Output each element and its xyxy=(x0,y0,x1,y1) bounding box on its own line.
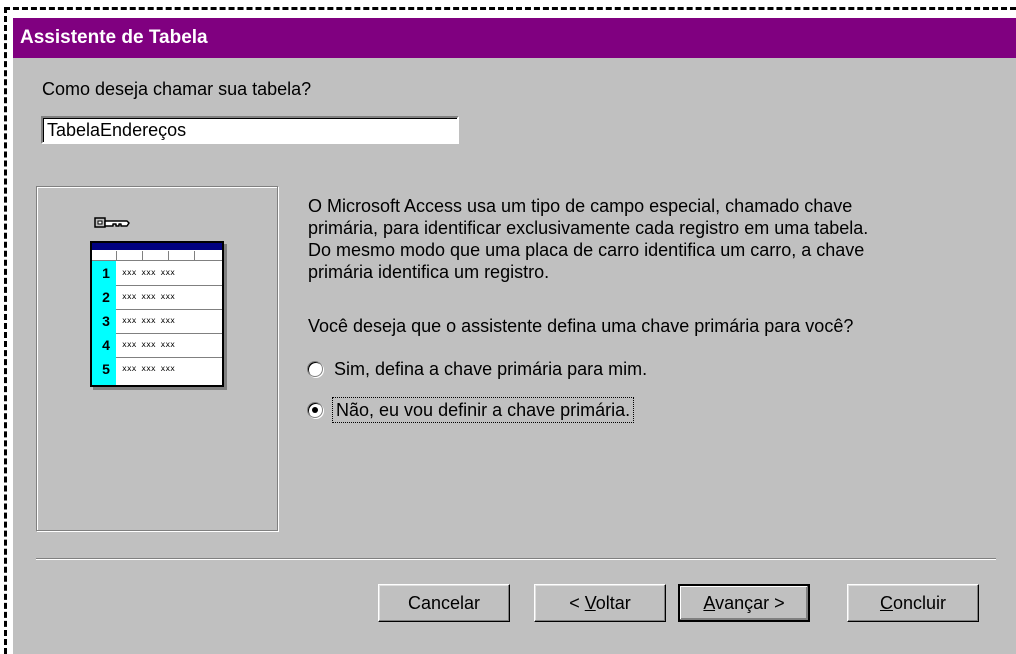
row-data: xxx xxx xxx xyxy=(122,364,175,373)
primary-key-illustration: 1 xxx xxx xxx 2 xxx xxx xxx 3 xxx xxx xx… xyxy=(36,186,279,532)
row-number: 3 xyxy=(102,313,110,329)
row-divider xyxy=(116,357,222,358)
radio-button[interactable] xyxy=(307,361,323,377)
radio-button-selected[interactable] xyxy=(307,402,323,418)
primary-key-question: Você deseja que o assistente defina uma … xyxy=(308,316,854,336)
row-divider xyxy=(116,285,222,286)
row-data: xxx xxx xxx xyxy=(122,268,175,277)
cancel-button[interactable]: Cancelar xyxy=(378,584,510,622)
back-mnemonic: V xyxy=(584,592,596,613)
selection-outline-left xyxy=(4,7,7,654)
back-prefix: < xyxy=(569,592,585,613)
row-number: 4 xyxy=(102,337,110,353)
back-rest: oltar xyxy=(595,592,631,613)
title-bar[interactable]: Assistente de Tabela xyxy=(13,18,1016,58)
row-data: xxx xxx xxx xyxy=(122,292,175,301)
finish-button-label: Concluir xyxy=(880,593,946,614)
window-title: Assistente de Tabela xyxy=(20,27,208,48)
next-button[interactable]: Avançar > xyxy=(678,584,810,622)
option-label: Não, eu vou definir a chave primária. xyxy=(331,397,635,423)
table-name-prompt: Como deseja chamar sua tabela? xyxy=(42,79,312,99)
next-mnemonic: A xyxy=(703,592,716,613)
option-label: Sim, defina a chave primária para mim. xyxy=(334,359,648,379)
option-manual-primary-key[interactable]: Não, eu vou definir a chave primária. xyxy=(305,397,635,423)
finish-mnemonic: C xyxy=(879,592,893,613)
cancel-button-label: Cancelar xyxy=(407,592,481,613)
explanation-line: primária identifica um registro. xyxy=(308,262,550,282)
key-icon xyxy=(94,217,130,228)
radio-dot xyxy=(312,407,318,413)
table-wizard-dialog: Assistente de Tabela Como deseja chamar … xyxy=(13,18,1016,654)
back-button-label: < Voltar xyxy=(569,593,631,614)
row-data: xxx xxx xxx xyxy=(122,340,175,349)
row-divider xyxy=(116,309,222,310)
primary-key-explanation: O Microsoft Access usa um tipo de campo … xyxy=(308,195,988,283)
button-separator xyxy=(36,558,996,560)
selection-outline-top xyxy=(4,7,1016,10)
row-data: xxx xxx xxx xyxy=(122,316,175,325)
next-button-label: Avançar > xyxy=(703,593,784,614)
back-button[interactable]: < Voltar xyxy=(534,584,666,622)
explanation-line: O Microsoft Access usa um tipo de campo … xyxy=(308,196,853,216)
next-rest: vançar > xyxy=(715,592,785,613)
finish-rest: oncluir xyxy=(892,592,947,613)
table-icon-field-row xyxy=(92,250,222,261)
option-auto-primary-key[interactable]: Sim, defina a chave primária para mim. xyxy=(305,357,647,381)
explanation-line: Do mesmo modo que uma placa de carro ide… xyxy=(308,240,865,260)
table-icon: 1 xxx xxx xxx 2 xxx xxx xxx 3 xxx xxx xx… xyxy=(90,241,224,387)
table-icon-header xyxy=(92,243,222,250)
table-name-input[interactable] xyxy=(41,116,459,144)
finish-button[interactable]: Concluir xyxy=(847,584,979,622)
explanation-line: primária, para identificar exclusivament… xyxy=(308,218,869,238)
row-divider xyxy=(116,333,222,334)
row-number: 1 xyxy=(102,265,110,281)
row-number: 2 xyxy=(102,289,110,305)
row-number: 5 xyxy=(102,361,110,377)
